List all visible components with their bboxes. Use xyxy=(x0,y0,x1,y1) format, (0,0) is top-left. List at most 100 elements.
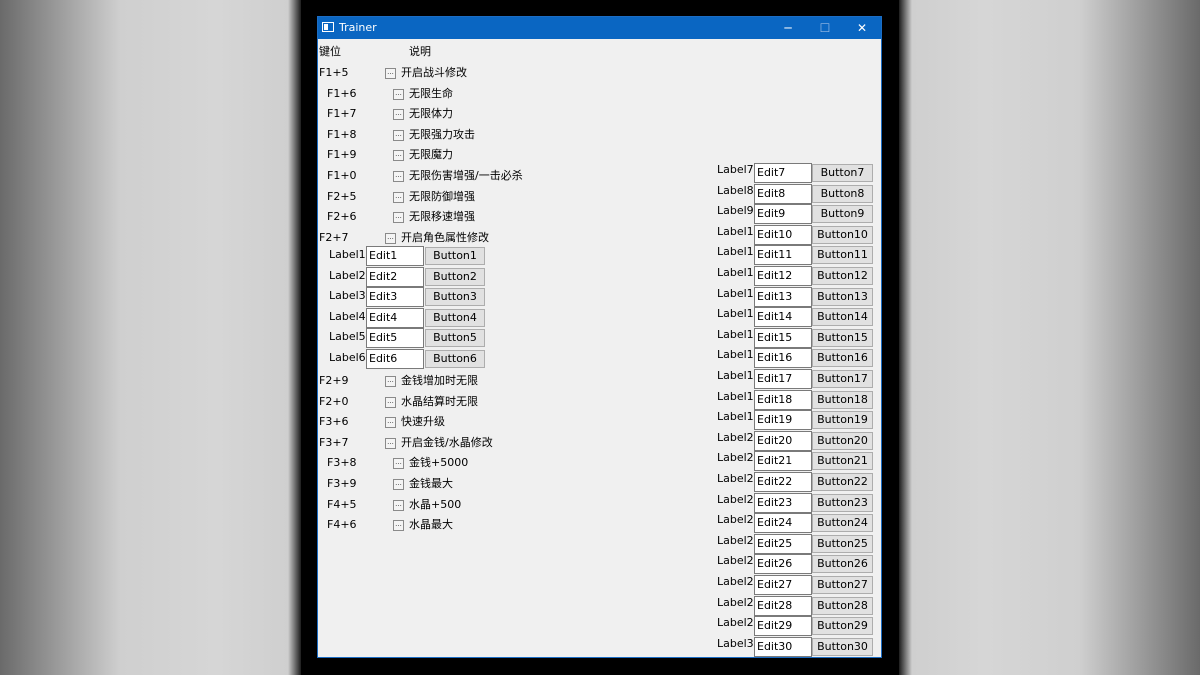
field-edit[interactable]: Edit3 xyxy=(366,287,424,308)
field-label: Label19 xyxy=(717,410,754,424)
field-button[interactable]: Button6 xyxy=(425,350,485,368)
field-edit[interactable]: Edit24 xyxy=(754,513,812,534)
option-checkbox[interactable]: ... xyxy=(385,68,396,79)
field-edit[interactable]: Edit20 xyxy=(754,430,812,451)
option-checkbox[interactable]: ... xyxy=(385,232,396,244)
field-button[interactable]: Button3 xyxy=(425,288,485,307)
title-bar[interactable]: Trainer ─ ☐ ✕ xyxy=(318,17,881,39)
field-button[interactable]: Button25 xyxy=(812,534,873,553)
field-edit[interactable]: Edit6 xyxy=(366,349,424,369)
field-button[interactable]: Button26 xyxy=(812,555,873,574)
field-edit[interactable]: Edit5 xyxy=(366,328,424,349)
option-checkbox[interactable]: ... xyxy=(393,171,404,182)
option-checkbox[interactable]: ... xyxy=(385,437,396,449)
field-button[interactable]: Button5 xyxy=(425,329,485,348)
field-button[interactable]: Button13 xyxy=(812,287,873,306)
field-label: Label20 xyxy=(717,430,754,444)
field-edit[interactable]: Edit8 xyxy=(754,183,812,204)
field-button[interactable]: Button22 xyxy=(812,473,873,491)
maximize-button[interactable]: ☐ xyxy=(807,17,843,39)
window-title: Trainer xyxy=(339,21,377,34)
hotkey-row: F2+7... 开启角色属性修改 xyxy=(318,229,618,247)
hotkey-desc: 开启战斗修改 xyxy=(401,66,467,79)
field-button[interactable]: Button16 xyxy=(812,349,873,368)
field-label: Label18 xyxy=(717,389,754,403)
field-edit[interactable]: Edit18 xyxy=(754,389,812,410)
field-edit[interactable]: Edit27 xyxy=(754,575,812,595)
field-edit[interactable]: Edit17 xyxy=(754,369,812,389)
field-button[interactable]: Button10 xyxy=(812,225,873,244)
field-button[interactable]: Button19 xyxy=(812,411,873,430)
field-edit[interactable]: Edit30 xyxy=(754,636,812,657)
option-checkbox[interactable]: ... xyxy=(393,88,404,100)
field-button[interactable]: Button27 xyxy=(812,576,873,594)
field-edit[interactable]: Edit19 xyxy=(754,410,812,431)
field-label: Label26 xyxy=(717,554,754,568)
field-label: Label11 xyxy=(717,245,754,259)
field-label: Label27 xyxy=(717,575,754,588)
option-checkbox[interactable]: ... xyxy=(393,129,404,141)
field-edit[interactable]: Edit9 xyxy=(754,204,812,225)
field-edit[interactable]: Edit10 xyxy=(754,224,812,245)
option-checkbox[interactable]: ... xyxy=(393,499,404,511)
close-button[interactable]: ✕ xyxy=(844,17,880,39)
field-button[interactable]: Button30 xyxy=(812,637,873,656)
field-button[interactable]: Button20 xyxy=(812,431,873,450)
field-label: Label23 xyxy=(717,492,754,506)
field-button[interactable]: Button28 xyxy=(812,596,873,615)
field-button[interactable]: Button14 xyxy=(812,308,873,327)
field-button[interactable]: Button2 xyxy=(425,267,485,286)
minimize-button[interactable]: ─ xyxy=(770,17,806,39)
field-edit[interactable]: Edit28 xyxy=(754,595,812,616)
option-checkbox[interactable]: ... xyxy=(393,109,404,121)
field-edit[interactable]: Edit1 xyxy=(366,246,424,266)
field-button[interactable]: Button4 xyxy=(425,308,485,327)
field-edit[interactable]: Edit14 xyxy=(754,307,812,328)
field-edit[interactable]: Edit22 xyxy=(754,472,812,492)
field-edit[interactable]: Edit12 xyxy=(754,266,812,286)
hotkey-key: F3+7 xyxy=(319,435,349,449)
option-checkbox[interactable]: ... xyxy=(385,376,396,387)
hotkey-row: F1+0... 无限伤害增强/一击必杀 xyxy=(318,167,618,185)
field-button[interactable]: Button11 xyxy=(812,246,873,265)
field-edit[interactable]: Edit16 xyxy=(754,348,812,369)
field-button[interactable]: Button21 xyxy=(812,452,873,471)
field-edit[interactable]: Edit21 xyxy=(754,451,812,472)
option-checkbox[interactable]: ... xyxy=(393,458,404,470)
option-checkbox[interactable]: ... xyxy=(393,212,404,224)
option-checkbox[interactable]: ... xyxy=(393,150,404,162)
field-button[interactable]: Button17 xyxy=(812,370,873,388)
field-edit[interactable]: Edit25 xyxy=(754,533,812,554)
option-checkbox[interactable]: ... xyxy=(385,396,396,408)
field-button[interactable]: Button15 xyxy=(812,328,873,347)
field-button[interactable]: Button23 xyxy=(812,493,873,512)
option-checkbox[interactable]: ... xyxy=(393,479,404,490)
field-button[interactable]: Button7 xyxy=(812,164,873,182)
option-checkbox[interactable]: ... xyxy=(385,417,396,429)
field-edit[interactable]: Edit11 xyxy=(754,245,812,266)
field-button[interactable]: Button8 xyxy=(812,184,873,203)
field-button[interactable]: Button24 xyxy=(812,514,873,533)
field-label: Label4 xyxy=(329,309,366,323)
field-button[interactable]: Button9 xyxy=(812,205,873,224)
field-button[interactable]: Button18 xyxy=(812,390,873,409)
field-edit[interactable]: Edit15 xyxy=(754,327,812,348)
option-checkbox[interactable]: ... xyxy=(393,191,404,203)
hotkey-desc: 无限强力攻击 xyxy=(409,127,475,141)
option-checkbox[interactable]: ... xyxy=(393,520,404,532)
field-label: Label28 xyxy=(717,595,754,609)
field-button[interactable]: Button29 xyxy=(812,617,873,636)
hotkey-row: F4+6... 水晶最大 xyxy=(318,516,618,534)
header-key: 键位 xyxy=(319,45,341,58)
field-edit[interactable]: Edit2 xyxy=(366,266,424,287)
field-edit[interactable]: Edit13 xyxy=(754,286,812,307)
field-button[interactable]: Button12 xyxy=(812,267,873,285)
field-edit[interactable]: Edit26 xyxy=(754,554,812,575)
field-edit[interactable]: Edit7 xyxy=(754,163,812,183)
field-button[interactable]: Button1 xyxy=(425,247,485,265)
field-edit[interactable]: Edit23 xyxy=(754,492,812,513)
field-edit[interactable]: Edit29 xyxy=(754,616,812,637)
field-label: Label21 xyxy=(717,451,754,465)
field-edit[interactable]: Edit4 xyxy=(366,307,424,328)
trainer-window: Trainer ─ ☐ ✕ 键位 说明 F1+5... 开启战斗修改 F1+6...… xyxy=(317,16,882,658)
